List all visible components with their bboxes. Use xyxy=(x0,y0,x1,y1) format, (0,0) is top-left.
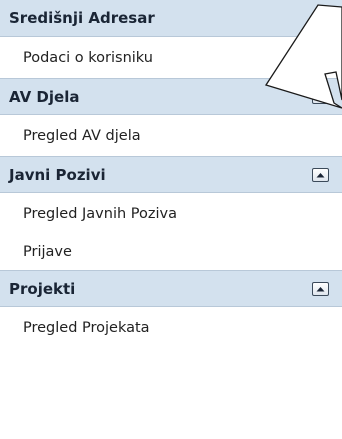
menu-item-pregled-projekata[interactable]: Pregled Projekata xyxy=(0,307,342,348)
section-header-projekti[interactable]: Projekti xyxy=(0,270,342,307)
menu-item-prijave[interactable]: Prijave xyxy=(0,234,342,270)
chevron-up-icon[interactable] xyxy=(312,89,329,104)
section-title: Javni Pozivi xyxy=(9,165,106,184)
sidebar-menu: Središnji Adresar Podaci o korisniku AV … xyxy=(0,0,342,348)
menu-item-pregled-av-djela[interactable]: Pregled AV djela xyxy=(0,115,342,156)
menu-item-podaci-o-korisniku[interactable]: Podaci o korisniku xyxy=(0,37,342,78)
chevron-up-icon[interactable] xyxy=(312,167,329,182)
chevron-up-icon[interactable] xyxy=(312,281,329,296)
section-header-av-djela[interactable]: AV Djela xyxy=(0,78,342,115)
section-title: Središnji Adresar xyxy=(9,9,155,27)
section-header-javni-pozivi[interactable]: Javni Pozivi xyxy=(0,156,342,193)
section-title: Projekti xyxy=(9,279,76,298)
menu-item-pregled-javnih-poziva[interactable]: Pregled Javnih Poziva xyxy=(0,193,342,234)
section-header-sredisnji-adresar[interactable]: Središnji Adresar xyxy=(0,0,342,37)
section-title: AV Djela xyxy=(9,87,80,106)
